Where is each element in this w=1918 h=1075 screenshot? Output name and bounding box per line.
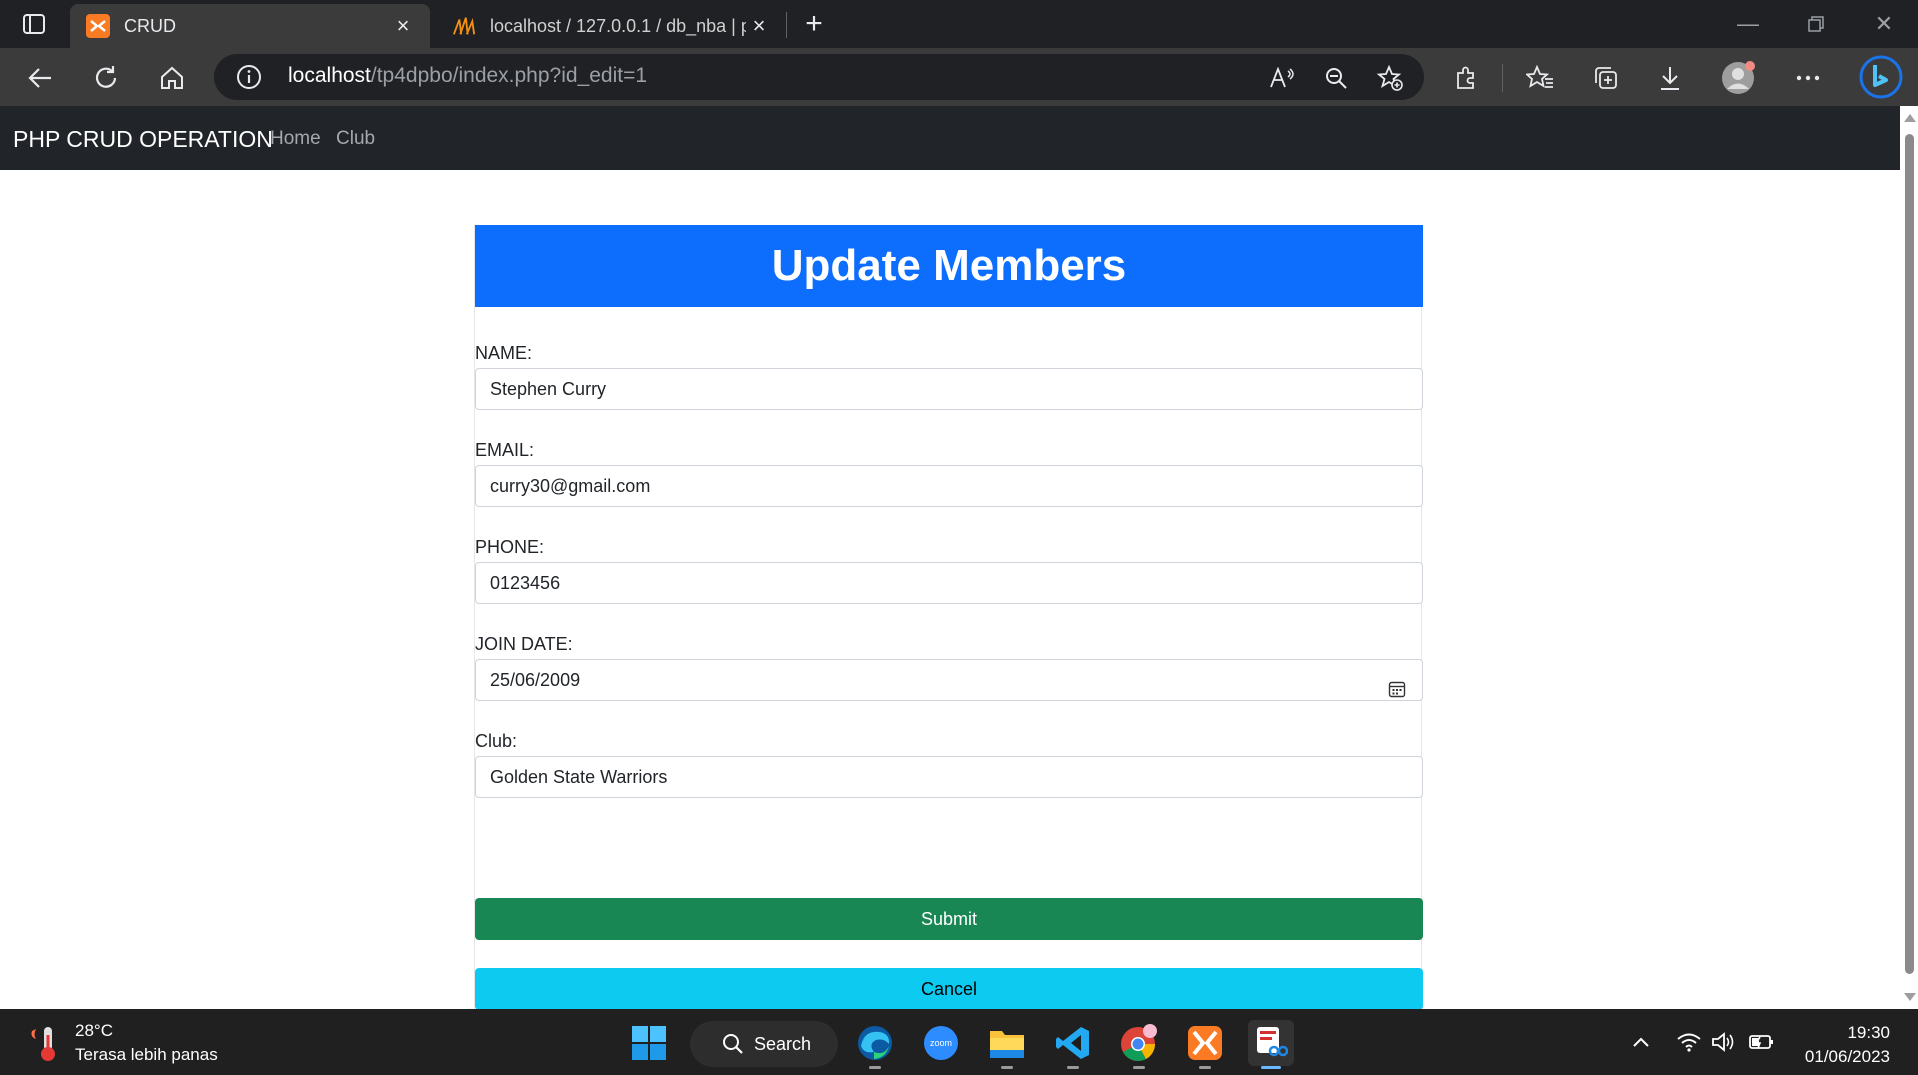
phone-label: PHONE: <box>475 537 545 557</box>
name-input[interactable]: Stephen Curry <box>475 368 1423 410</box>
running-indicator <box>1261 1066 1281 1069</box>
battery-icon[interactable] <box>1748 1029 1774 1055</box>
wifi-icon[interactable] <box>1676 1029 1702 1055</box>
taskbar-clock[interactable]: 19:30 01/06/2023 <box>1805 1021 1890 1069</box>
tab-title: CRUD <box>124 15 176 36</box>
club-label: Club: <box>475 731 518 751</box>
search-label: Search <box>754 1033 812 1054</box>
downloads-icon[interactable] <box>1650 58 1690 98</box>
zoom-app-icon[interactable]: zoom <box>918 1020 964 1066</box>
taskbar-search-button[interactable]: Search <box>690 1021 838 1067</box>
browser-titlebar: CRUD × localhost / 127.0.0.1 / db_nba | … <box>0 0 1918 48</box>
collections-icon[interactable] <box>1586 58 1626 98</box>
email-label: EMAIL: <box>475 440 535 460</box>
restore-icon[interactable] <box>1796 8 1836 40</box>
extensions-icon[interactable] <box>1446 58 1486 98</box>
running-indicator <box>1133 1066 1145 1069</box>
url-host: localhost <box>288 64 371 87</box>
file-explorer-app-icon[interactable] <box>984 1020 1030 1069</box>
clock-date: 01/06/2023 <box>1804 1047 1890 1066</box>
nav-link-home[interactable]: Home <box>270 128 321 150</box>
thermometer-icon <box>31 1027 55 1061</box>
home-icon[interactable] <box>152 58 192 98</box>
running-indicator <box>1067 1066 1079 1069</box>
address-bar[interactable]: localhost/tp4dpbo/index.php?id_edit=1 <box>214 54 1424 100</box>
weather-description: Terasa lebih panas <box>75 1045 218 1064</box>
add-favorite-icon[interactable] <box>1376 64 1404 92</box>
nav-link-club[interactable]: Club <box>336 128 375 150</box>
favorites-icon[interactable] <box>1520 58 1560 98</box>
url-path: /tp4dpbo/index.php?id_edit=1 <box>370 64 648 87</box>
back-icon[interactable] <box>20 58 60 98</box>
toolbar-separator <box>1502 64 1503 92</box>
running-indicator <box>1001 1066 1013 1069</box>
phpmyadmin-favicon-icon <box>452 14 476 38</box>
scroll-up-icon[interactable] <box>1904 114 1916 122</box>
xampp-app-icon[interactable] <box>1182 1020 1228 1069</box>
tab-phpmyadmin[interactable]: localhost / 127.0.0.1 / db_nba | p × <box>436 4 786 48</box>
site-info-icon[interactable] <box>236 64 262 90</box>
join-date-value: 25/06/2009 <box>490 670 581 690</box>
phone-input[interactable]: 0123456 <box>475 562 1423 604</box>
site-navbar: PHP CRUD OPERATION Home Club <box>0 106 1900 170</box>
start-button[interactable] <box>626 1020 672 1066</box>
volume-icon[interactable] <box>1710 1029 1736 1055</box>
scrollbar-thumb[interactable] <box>1905 134 1914 974</box>
svg-text:zoom: zoom <box>930 1038 952 1048</box>
browser-toolbar: localhost/tp4dpbo/index.php?id_edit=1 <box>0 48 1918 106</box>
scroll-down-icon[interactable] <box>1904 993 1916 1001</box>
more-options-icon[interactable] <box>1788 58 1828 98</box>
chrome-app-icon[interactable] <box>1116 1020 1162 1069</box>
email-input[interactable]: curry30@gmail.com <box>475 465 1423 507</box>
web-page: PHP CRUD OPERATION Home Club Update Memb… <box>0 106 1900 1009</box>
refresh-icon[interactable] <box>86 58 126 98</box>
close-tab-icon[interactable]: × <box>390 13 416 39</box>
running-indicator <box>1199 1066 1211 1069</box>
weather-temperature: 28°C <box>75 1021 113 1040</box>
clock-time: 19:30 <box>1847 1023 1890 1042</box>
windows-taskbar: 28°C Terasa lebih panas Search zoom 19:3… <box>0 1009 1918 1075</box>
new-tab-icon[interactable]: + <box>796 7 832 40</box>
close-tab-icon[interactable]: × <box>746 13 772 39</box>
xampp-favicon-icon <box>86 14 110 38</box>
profile-avatar-icon[interactable] <box>1718 58 1758 98</box>
form-title: Update Members <box>475 225 1423 307</box>
running-indicator <box>869 1066 881 1069</box>
tab-actions-icon[interactable] <box>18 10 50 38</box>
url-text: localhost/tp4dpbo/index.php?id_edit=1 <box>288 64 647 88</box>
read-aloud-icon[interactable] <box>1268 64 1296 92</box>
tab-separator <box>786 12 787 38</box>
snipping-tool-app-icon[interactable] <box>1248 1020 1294 1069</box>
search-icon <box>723 1034 743 1054</box>
club-select[interactable]: Golden State Warriors <box>475 756 1423 798</box>
tab-title: localhost / 127.0.0.1 / db_nba | p <box>490 15 746 36</box>
update-member-form: Update Members NAME: Stephen Curry EMAIL… <box>474 225 1423 1009</box>
minimize-icon[interactable]: — <box>1728 8 1768 40</box>
site-brand[interactable]: PHP CRUD OPERATION <box>13 126 273 153</box>
page-scrollbar[interactable] <box>1900 106 1918 1009</box>
join-date-input[interactable]: 25/06/2009 <box>475 659 1423 701</box>
name-label: NAME: <box>475 343 533 363</box>
weather-widget[interactable]: 28°C Terasa lebih panas <box>28 1021 248 1065</box>
calendar-icon[interactable] <box>1388 672 1406 698</box>
join-date-label: JOIN DATE: <box>475 634 573 654</box>
edge-app-icon[interactable] <box>852 1020 898 1069</box>
close-window-icon[interactable]: ✕ <box>1864 8 1904 40</box>
vscode-app-icon[interactable] <box>1050 1020 1096 1069</box>
show-hidden-icons-icon[interactable] <box>1628 1029 1654 1055</box>
tab-crud[interactable]: CRUD × <box>70 4 430 48</box>
zoom-out-icon[interactable] <box>1322 64 1350 92</box>
submit-button[interactable]: Submit <box>475 898 1423 940</box>
bing-copilot-icon[interactable] <box>1858 52 1904 102</box>
cancel-button[interactable]: Cancel <box>475 968 1423 1009</box>
